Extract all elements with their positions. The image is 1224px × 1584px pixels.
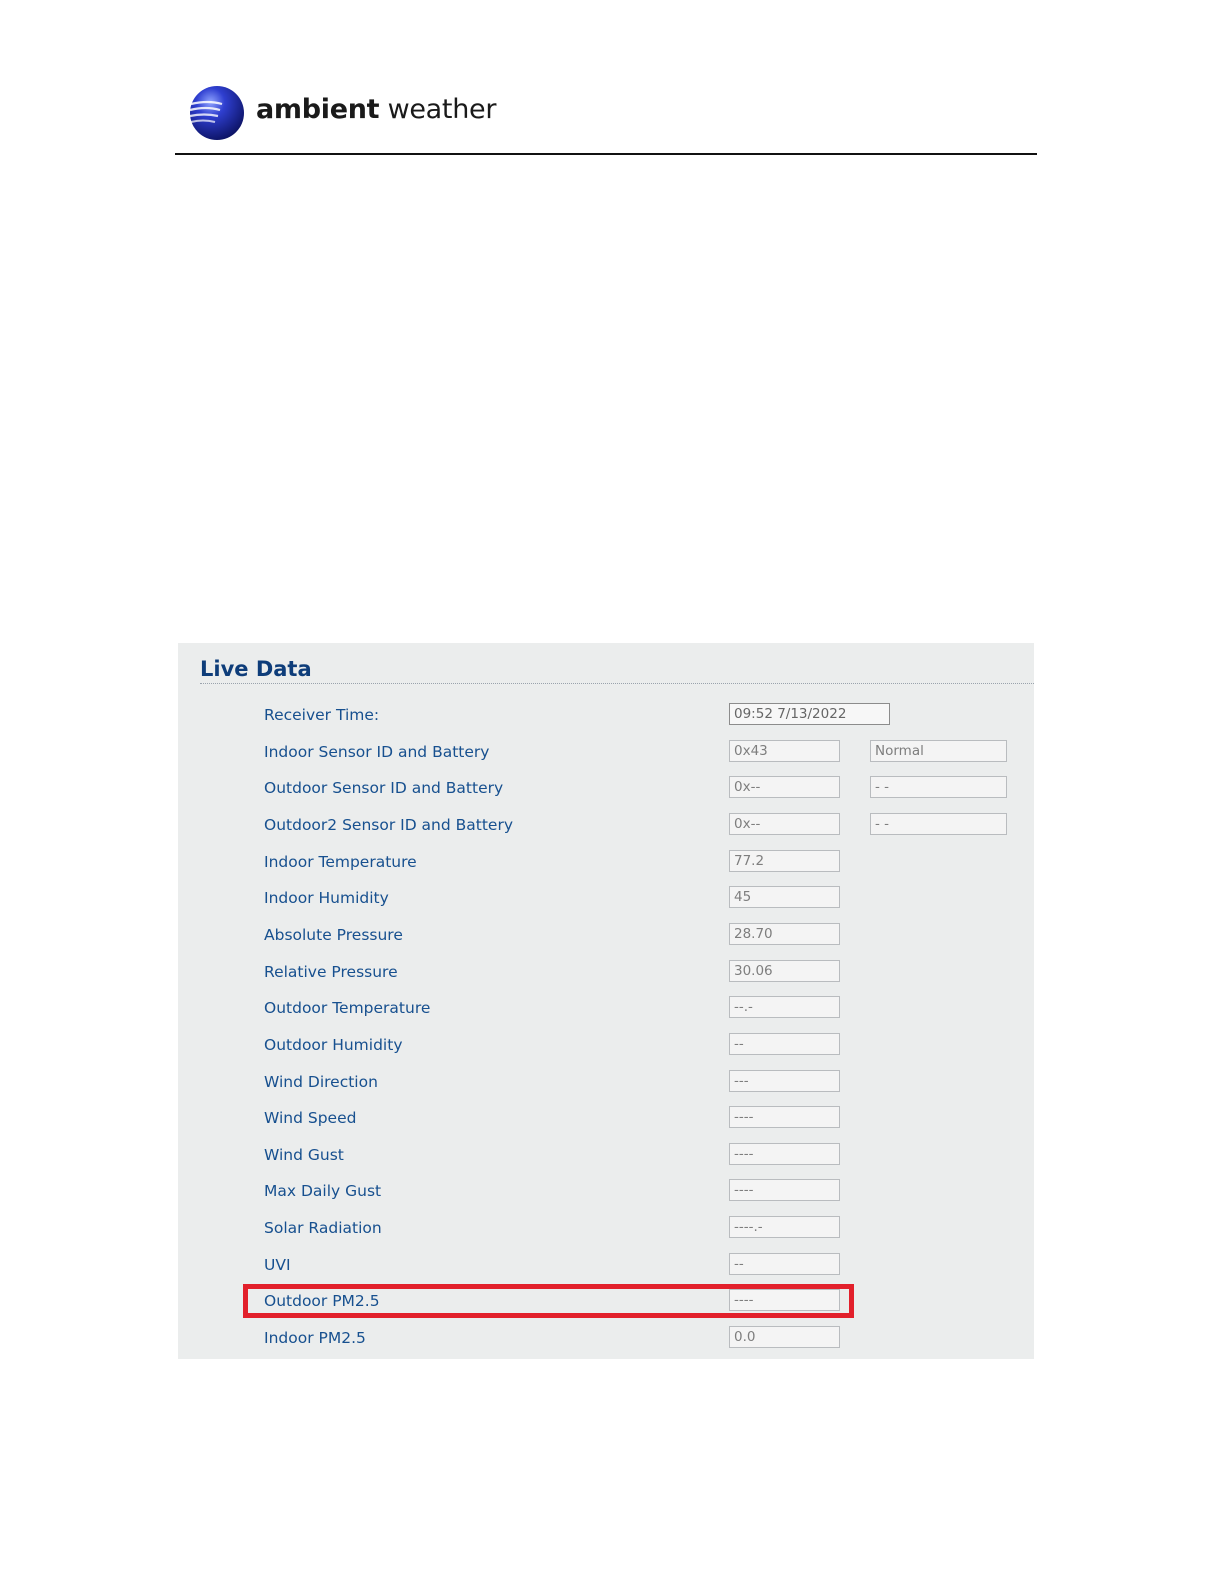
panel-title: Live Data xyxy=(200,657,312,681)
outdoor2-sensor-id-and-battery-value-field[interactable]: 0x-- xyxy=(729,813,840,835)
data-row-outdoor-humidity: Outdoor Humidity -- xyxy=(178,1033,1034,1059)
row-label: Outdoor Temperature xyxy=(264,999,431,1017)
data-row-uvi: UVI -- xyxy=(178,1253,1034,1279)
outdoor-sensor-id-and-battery-battery-field[interactable]: - - xyxy=(870,776,1007,798)
indoor-temperature-value-field[interactable]: 77.2 xyxy=(729,850,840,872)
indoor-pm2-5-value-field[interactable]: 0.0 xyxy=(729,1326,840,1348)
data-row-outdoor-sensor-id-and-battery: Outdoor Sensor ID and Battery 0x-- - - xyxy=(178,776,1034,802)
solar-radiation-value-field[interactable]: ----.- xyxy=(729,1216,840,1238)
indoor-sensor-id-and-battery-battery-field[interactable]: Normal xyxy=(870,740,1007,762)
row-label: Receiver Time: xyxy=(264,706,380,724)
uvi-value-field[interactable]: -- xyxy=(729,1253,840,1275)
row-label: Solar Radiation xyxy=(264,1219,382,1237)
receiver-time-value-field[interactable]: 09:52 7/13/2022 xyxy=(729,703,890,725)
header-divider xyxy=(175,153,1037,155)
globe-logo-icon xyxy=(189,86,244,140)
data-row-wind-gust: Wind Gust ---- xyxy=(178,1143,1034,1169)
wind-direction-value-field[interactable]: --- xyxy=(729,1070,840,1092)
row-label: Wind Gust xyxy=(264,1146,344,1164)
title-divider xyxy=(200,683,1034,684)
data-row-receiver-time: Receiver Time: 09:52 7/13/2022 xyxy=(178,703,1034,729)
live-data-panel: Live Data Receiver Time: 09:52 7/13/2022 I… xyxy=(178,643,1034,1359)
outdoor2-sensor-id-and-battery-battery-field[interactable]: - - xyxy=(870,813,1007,835)
data-row-indoor-humidity: Indoor Humidity 45 xyxy=(178,886,1034,912)
row-label: Outdoor Humidity xyxy=(264,1036,403,1054)
indoor-humidity-value-field[interactable]: 45 xyxy=(729,886,840,908)
data-row-indoor-sensor-id-and-battery: Indoor Sensor ID and Battery 0x43 Normal xyxy=(178,740,1034,766)
outdoor-temperature-value-field[interactable]: --.- xyxy=(729,996,840,1018)
row-label: Outdoor Sensor ID and Battery xyxy=(264,779,504,797)
absolute-pressure-value-field[interactable]: 28.70 xyxy=(729,923,840,945)
ambient-weather-logo: ambient weather xyxy=(188,84,496,146)
max-daily-gust-value-field[interactable]: ---- xyxy=(729,1179,840,1201)
data-row-solar-radiation: Solar Radiation ----.- xyxy=(178,1216,1034,1242)
data-row-wind-speed: Wind Speed ---- xyxy=(178,1106,1034,1132)
data-row-outdoor-temperature: Outdoor Temperature --.- xyxy=(178,996,1034,1022)
data-row-absolute-pressure: Absolute Pressure 28.70 xyxy=(178,923,1034,949)
row-label: Indoor PM2.5 xyxy=(264,1329,366,1347)
indoor-sensor-id-and-battery-value-field[interactable]: 0x43 xyxy=(729,740,840,762)
wind-gust-value-field[interactable]: ---- xyxy=(729,1143,840,1165)
row-label: Max Daily Gust xyxy=(264,1182,382,1200)
data-row-indoor-temperature: Indoor Temperature 77.2 xyxy=(178,850,1034,876)
row-label: Wind Direction xyxy=(264,1073,378,1091)
logo-wordmark: ambient weather xyxy=(256,94,497,125)
row-label: Indoor Sensor ID and Battery xyxy=(264,743,490,761)
row-label: Absolute Pressure xyxy=(264,926,403,944)
row-label: Outdoor2 Sensor ID and Battery xyxy=(264,816,514,834)
outdoor-pm25-highlight-box xyxy=(243,1284,854,1318)
data-row-max-daily-gust: Max Daily Gust ---- xyxy=(178,1179,1034,1205)
wind-speed-value-field[interactable]: ---- xyxy=(729,1106,840,1128)
row-label: Wind Speed xyxy=(264,1109,357,1127)
relative-pressure-value-field[interactable]: 30.06 xyxy=(729,960,840,982)
data-row-outdoor2-sensor-id-and-battery: Outdoor2 Sensor ID and Battery 0x-- - - xyxy=(178,813,1034,839)
data-row-relative-pressure: Relative Pressure 30.06 xyxy=(178,960,1034,986)
data-row-wind-direction: Wind Direction --- xyxy=(178,1070,1034,1096)
row-label: Indoor Temperature xyxy=(264,853,417,871)
row-label: UVI xyxy=(264,1256,291,1274)
outdoor-sensor-id-and-battery-value-field[interactable]: 0x-- xyxy=(729,776,840,798)
outdoor-humidity-value-field[interactable]: -- xyxy=(729,1033,840,1055)
row-label: Indoor Humidity xyxy=(264,889,389,907)
row-label: Relative Pressure xyxy=(264,963,398,981)
data-row-indoor-pm2-5: Indoor PM2.5 0.0 xyxy=(178,1326,1034,1352)
